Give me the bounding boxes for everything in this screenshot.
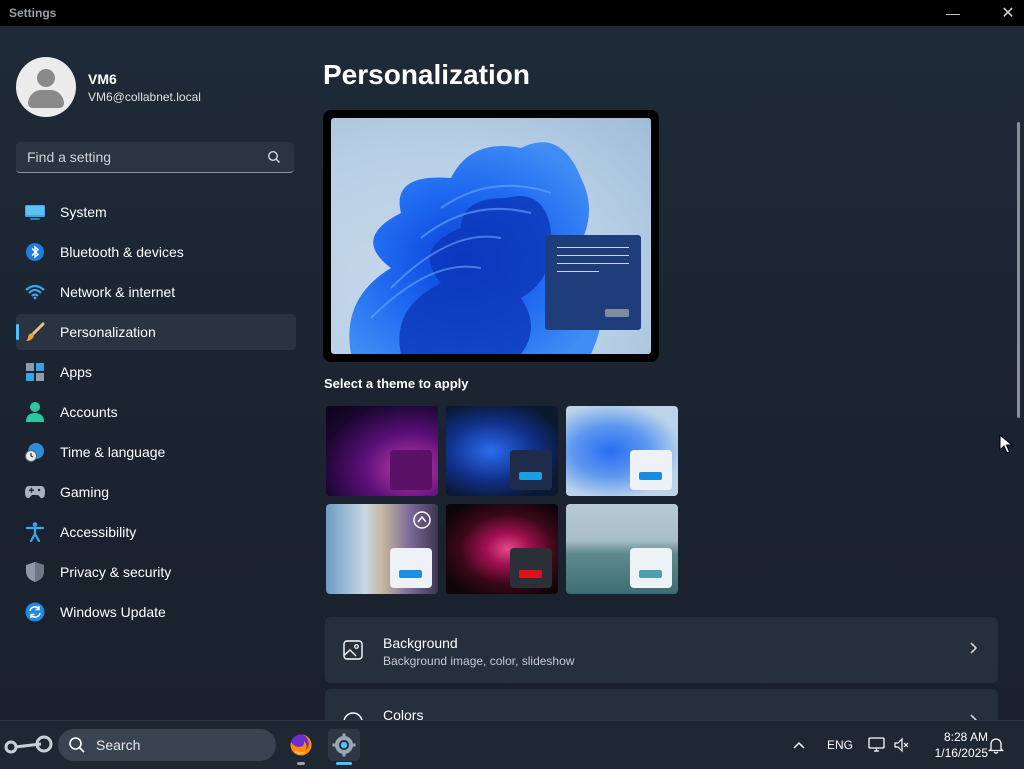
notifications-button[interactable] — [988, 721, 1004, 769]
sidebar-item-label: Accessibility — [60, 524, 137, 540]
sidebar-item-accessibility[interactable]: Accessibility — [16, 514, 296, 550]
theme-glow[interactable] — [326, 406, 438, 496]
scrollbar[interactable] — [1017, 122, 1020, 418]
sidebar-item-label: Privacy & security — [60, 564, 172, 580]
theme-windows-light[interactable] — [566, 406, 678, 496]
controller-icon — [24, 481, 46, 503]
settings-window: VM6 VM6@collabnet.local Find a setting S… — [0, 26, 1024, 728]
sidebar-item-label: Bluetooth & devices — [60, 244, 184, 260]
card-title: Background — [383, 635, 458, 651]
title-bar: Settings — ✕ — [0, 0, 1024, 26]
theme-section-label: Select a theme to apply — [324, 376, 469, 391]
steam-icon[interactable] — [2, 729, 54, 761]
sidebar-nav: System Bluetooth & devices Network & int… — [16, 194, 296, 634]
avatar — [16, 57, 76, 117]
monitor-icon — [24, 201, 46, 223]
bluetooth-icon — [24, 241, 46, 263]
taskbar-search[interactable]: Search — [58, 729, 276, 761]
search-placeholder: Find a setting — [27, 149, 112, 165]
sidebar-item-bluetooth[interactable]: Bluetooth & devices — [16, 234, 296, 270]
sidebar-item-system[interactable]: System — [16, 194, 296, 230]
wifi-icon — [24, 281, 46, 303]
sidebar-item-time-language[interactable]: Time & language — [16, 434, 296, 470]
volume-muted-icon[interactable] — [894, 721, 910, 769]
bell-icon — [988, 738, 1004, 754]
background-setting-card[interactable]: Background Background image, color, slid… — [325, 617, 998, 683]
clock-time: 8:28 AM — [943, 730, 988, 744]
search-input[interactable]: Find a setting — [16, 142, 294, 173]
search-icon — [69, 737, 85, 753]
sidebar-item-label: Network & internet — [60, 284, 176, 300]
theme-windows-dark[interactable] — [446, 406, 558, 496]
apps-icon — [24, 361, 46, 383]
slideshow-icon — [413, 511, 431, 529]
theme-preview — [323, 110, 659, 362]
chevron-right-icon — [968, 641, 978, 660]
shield-icon — [24, 561, 46, 583]
sidebar-item-label: Gaming — [60, 484, 110, 500]
card-subtitle: Background image, color, slideshow — [383, 654, 575, 668]
network-status-icon[interactable] — [868, 721, 886, 769]
sidebar-item-accounts[interactable]: Accounts — [16, 394, 296, 430]
taskbar-clock[interactable]: 8:28 AM 1/16/2025 — [918, 729, 988, 761]
user-profile[interactable]: VM6 VM6@collabnet.local — [16, 57, 201, 117]
theme-captured-motion[interactable] — [326, 504, 438, 594]
update-icon — [24, 601, 46, 623]
sidebar-item-label: Accounts — [60, 404, 118, 420]
minimize-button[interactable]: — — [930, 0, 976, 26]
brush-icon — [24, 321, 46, 343]
sidebar-item-label: Time & language — [60, 444, 166, 460]
firefox-icon[interactable] — [285, 729, 317, 765]
close-button[interactable]: ✕ — [985, 0, 1024, 26]
sidebar-item-gaming[interactable]: Gaming — [16, 474, 296, 510]
preview-window — [545, 235, 641, 330]
accessibility-icon — [24, 521, 46, 543]
person-icon — [24, 401, 46, 423]
theme-sunrise[interactable] — [566, 504, 678, 594]
chevron-up-icon — [793, 741, 805, 749]
sidebar-item-label: System — [60, 204, 107, 220]
user-name: VM6 — [88, 70, 117, 87]
image-icon — [343, 640, 363, 660]
mouse-cursor-icon — [999, 434, 1013, 454]
language-indicator[interactable]: ENG — [827, 721, 853, 769]
taskbar: Search ENG 8:28 AM 1/16/2025 — [0, 720, 1024, 769]
settings-app-icon[interactable] — [328, 729, 360, 765]
desktop-preview — [331, 118, 651, 354]
page-title: Personalization — [323, 59, 530, 90]
theme-flow[interactable] — [446, 504, 558, 594]
sidebar-item-personalization[interactable]: Personalization — [16, 314, 296, 350]
sidebar-item-windows-update[interactable]: Windows Update — [16, 594, 296, 630]
search-icon[interactable] — [264, 147, 284, 167]
sidebar-item-label: Personalization — [60, 324, 156, 340]
sidebar-item-apps[interactable]: Apps — [16, 354, 296, 390]
sidebar-item-privacy[interactable]: Privacy & security — [16, 554, 296, 590]
sidebar-item-network[interactable]: Network & internet — [16, 274, 296, 310]
show-hidden-icons-button[interactable] — [792, 721, 806, 769]
window-title: Settings — [9, 6, 57, 20]
taskbar-search-label: Search — [96, 737, 141, 753]
user-email: VM6@collabnet.local — [88, 89, 201, 104]
sidebar-item-label: Apps — [60, 364, 92, 380]
clock-date: 1/16/2025 — [934, 746, 988, 760]
globe-clock-icon — [24, 441, 46, 463]
sidebar-item-label: Windows Update — [60, 604, 166, 620]
